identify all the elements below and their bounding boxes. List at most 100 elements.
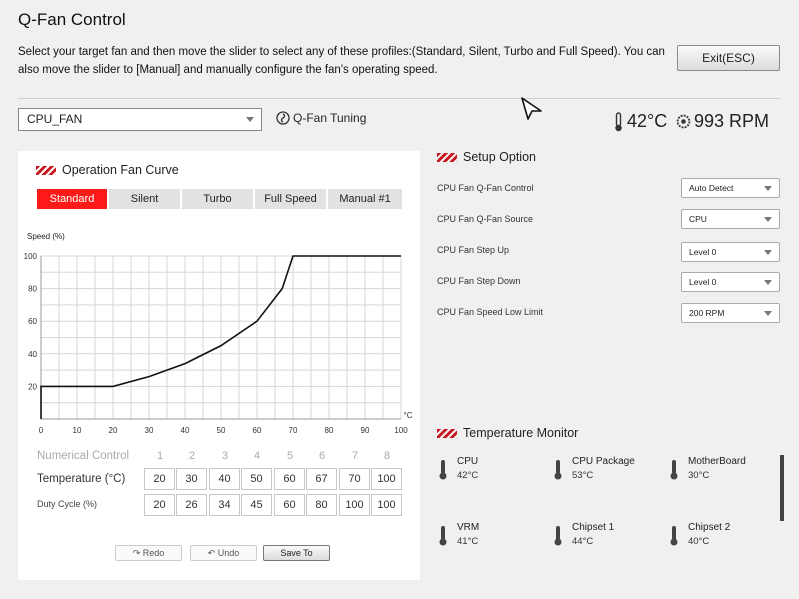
sensor-value: 42°C <box>457 470 479 481</box>
x-tick-label: 40 <box>181 426 190 435</box>
setup-option-value: CPU <box>689 214 707 224</box>
chevron-down-icon <box>764 186 772 191</box>
save-to-button[interactable]: Save To <box>263 545 330 561</box>
setup-option-select[interactable]: Auto Detect <box>681 178 780 198</box>
duty-cycle-input[interactable]: 80 <box>306 494 337 516</box>
window-title: Q-Fan Control <box>18 10 126 29</box>
x-tick-label: 80 <box>325 426 334 435</box>
thermometer-icon <box>670 526 678 546</box>
fan-curve-header: Operation Fan Curve <box>36 163 179 177</box>
temperature-input[interactable]: 50 <box>241 468 272 490</box>
sensor-value: 30°C <box>688 470 710 481</box>
undo-label: Undo <box>217 548 240 558</box>
y-tick-label: 100 <box>24 252 38 261</box>
x-tick-label: 100 <box>394 426 408 435</box>
qfan-tuning-button[interactable]: Q-Fan Tuning <box>276 111 366 125</box>
sensor-name: Chipset 2 <box>688 522 731 533</box>
qfan-tuning-label: Q-Fan Tuning <box>293 111 367 125</box>
temperature-monitor-text: Chipset 1 44°C <box>572 522 614 548</box>
tab-standard[interactable]: Standard <box>37 189 107 209</box>
sensor-name: Chipset 1 <box>572 522 615 533</box>
setup-option-label: CPU Fan Q-Fan Control <box>437 183 534 193</box>
sensor-value: 44°C <box>572 536 594 547</box>
temperature-input[interactable]: 20 <box>144 468 175 490</box>
header-divider <box>18 98 780 99</box>
point-number: 7 <box>351 450 359 462</box>
setup-option-label: CPU Fan Speed Low Limit <box>437 307 544 317</box>
setup-option-label: CPU Fan Step Up <box>437 245 510 255</box>
point-number: 4 <box>253 450 261 462</box>
temperature-monitor-title: Temperature Monitor <box>463 426 579 440</box>
sensor-name: VRM <box>457 522 480 533</box>
thermometer-icon <box>439 460 447 480</box>
temperature-monitor-text: CPU Package 53°C <box>572 456 635 482</box>
temperature-input[interactable]: 60 <box>274 468 305 490</box>
tab-manual-1[interactable]: Manual #1 <box>328 189 402 209</box>
x-axis-label: °C <box>404 411 413 420</box>
exit-button[interactable]: Exit(ESC) <box>677 45 780 71</box>
temperature-input[interactable]: 100 <box>371 468 402 490</box>
temperature-monitor-item: CPU 42°C <box>438 456 478 482</box>
fan-curve-title: Operation Fan Curve <box>62 163 179 177</box>
temperature-input[interactable]: 67 <box>306 468 337 490</box>
fan-select-dropdown[interactable]: CPU_FAN <box>18 108 262 131</box>
y-tick-label: 20 <box>28 382 37 391</box>
fan-tuning-icon <box>276 111 290 125</box>
setup-option-value: Level 0 <box>689 277 717 287</box>
fan-select-value: CPU_FAN <box>27 112 83 126</box>
point-number: 1 <box>156 450 164 462</box>
undo-button[interactable]: ↶ Undo <box>190 545 257 561</box>
rpm-readout: 993 RPM <box>676 111 769 132</box>
duty-cycle-input[interactable]: 60 <box>274 494 305 516</box>
temperature-input[interactable]: 70 <box>339 468 370 490</box>
setup-option-value: Level 0 <box>689 247 717 257</box>
temperature-input[interactable]: 30 <box>176 468 207 490</box>
point-number: 3 <box>221 450 229 462</box>
undo-icon: ↶ <box>207 548 216 558</box>
fan-curve-panel: Operation Fan Curve Standard Silent Turb… <box>18 151 420 580</box>
numerical-control-label: Numerical Control <box>37 450 130 462</box>
sensor-name: CPU <box>457 456 479 467</box>
setup-option-label: CPU Fan Q-Fan Source <box>437 214 534 224</box>
temperature-monitor-item: MotherBoard 30°C <box>669 456 746 482</box>
monitor-scrollbar[interactable] <box>780 455 784 521</box>
setup-option-value: 200 RPM <box>689 308 725 318</box>
chevron-down-icon <box>764 280 772 285</box>
point-number: 8 <box>383 450 391 462</box>
redo-icon: ↷ <box>132 548 141 558</box>
instructions-text: Select your target fan and then move the… <box>18 46 665 76</box>
fan-icon <box>676 114 691 129</box>
thermometer-icon <box>554 526 562 546</box>
duty-cycle-input[interactable]: 100 <box>371 494 402 516</box>
temperature-monitor-text: MotherBoard 30°C <box>688 456 746 482</box>
thermometer-icon <box>670 460 678 480</box>
sensor-value: 53°C <box>572 470 594 481</box>
temperature-monitor-item: Chipset 2 40°C <box>669 522 730 548</box>
duty-cycle-input[interactable]: 34 <box>209 494 240 516</box>
setup-option-select[interactable]: Level 0 <box>681 272 780 292</box>
sensor-name: CPU Package <box>572 456 635 467</box>
temperature-monitor-text: CPU 42°C <box>457 456 478 482</box>
setup-option-select[interactable]: 200 RPM <box>681 303 780 323</box>
duty-cycle-input[interactable]: 26 <box>176 494 207 516</box>
tab-silent[interactable]: Silent <box>109 189 180 209</box>
section-stripe-icon <box>437 428 457 438</box>
tab-full-speed[interactable]: Full Speed <box>255 189 326 209</box>
redo-button[interactable]: ↷ Redo <box>115 545 182 561</box>
setup-option-value: Auto Detect <box>689 183 734 193</box>
temperature-input[interactable]: 40 <box>209 468 240 490</box>
x-tick-label: 60 <box>253 426 262 435</box>
duty-cycle-input[interactable]: 100 <box>339 494 370 516</box>
duty-cycle-input[interactable]: 20 <box>144 494 175 516</box>
fan-curve-chart[interactable]: 0 10 20 30 40 50 60 70 80 90 100 20 40 60 80 100 °C <box>18 244 420 444</box>
redo-label: Redo <box>142 548 165 558</box>
duty-cycle-input[interactable]: 45 <box>241 494 272 516</box>
tab-turbo[interactable]: Turbo <box>182 189 253 209</box>
mouse-cursor-icon <box>521 97 542 120</box>
rpm-value: 993 RPM <box>694 111 770 131</box>
thermometer-icon <box>615 111 622 131</box>
setup-option-select[interactable]: CPU <box>681 209 780 229</box>
profile-tabs: Standard Silent Turbo Full Speed Manual … <box>37 189 402 209</box>
point-number: 5 <box>286 450 294 462</box>
setup-option-select[interactable]: Level 0 <box>681 242 780 262</box>
